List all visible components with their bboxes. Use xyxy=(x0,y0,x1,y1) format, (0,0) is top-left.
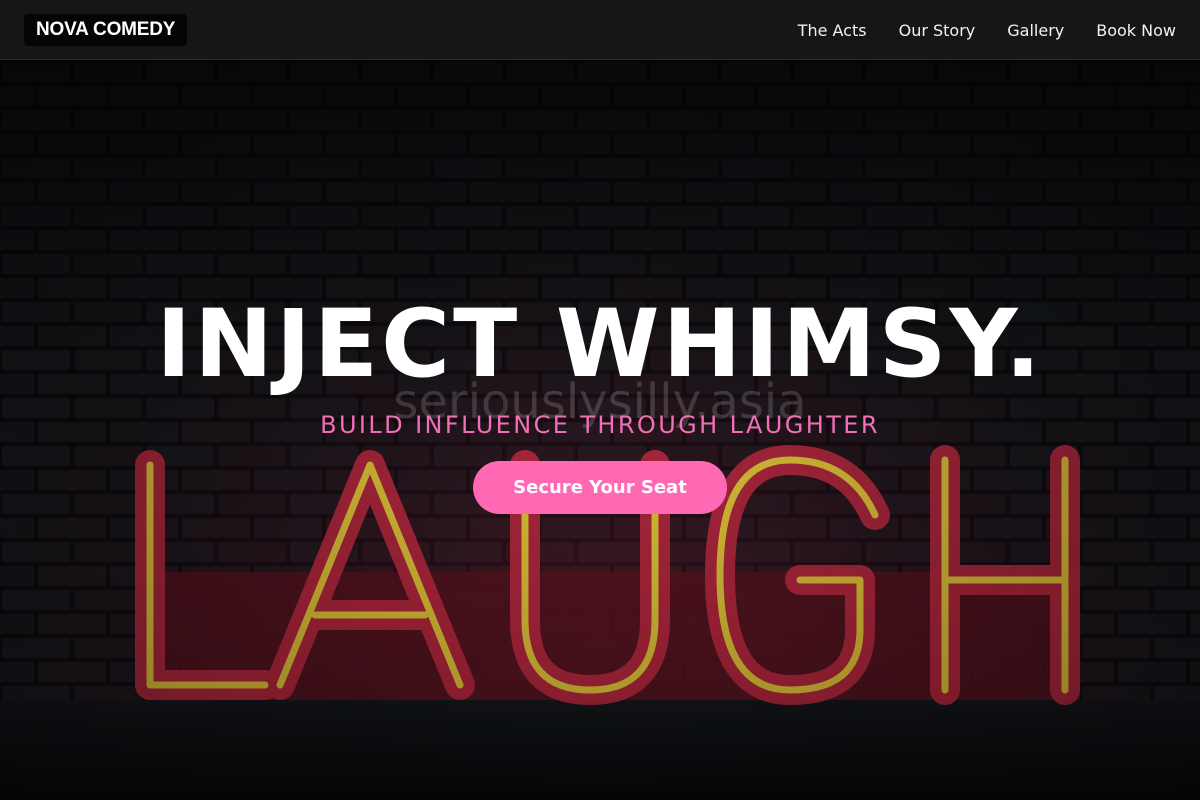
hero-headline: INJECT WHIMSY. xyxy=(156,290,1044,399)
top-navbar: NOVA COMEDY The Acts Our Story Gallery B… xyxy=(0,0,1200,60)
hero-tagline: BUILD INFLUENCE THROUGH LAUGHTER xyxy=(320,411,880,439)
nav-link-the-acts[interactable]: The Acts xyxy=(798,21,867,40)
nav-link-book-now[interactable]: Book Now xyxy=(1096,21,1176,40)
secure-your-seat-button[interactable]: Secure Your Seat xyxy=(473,461,727,514)
nav-link-gallery[interactable]: Gallery xyxy=(1007,21,1064,40)
nav-link-our-story[interactable]: Our Story xyxy=(899,21,976,40)
primary-nav: The Acts Our Story Gallery Book Now xyxy=(798,0,1176,60)
brand-logo[interactable]: NOVA COMEDY xyxy=(24,14,188,46)
hero-section: seriouslysilly.asia INJECT WHIMSY. BUILD… xyxy=(0,60,1200,800)
